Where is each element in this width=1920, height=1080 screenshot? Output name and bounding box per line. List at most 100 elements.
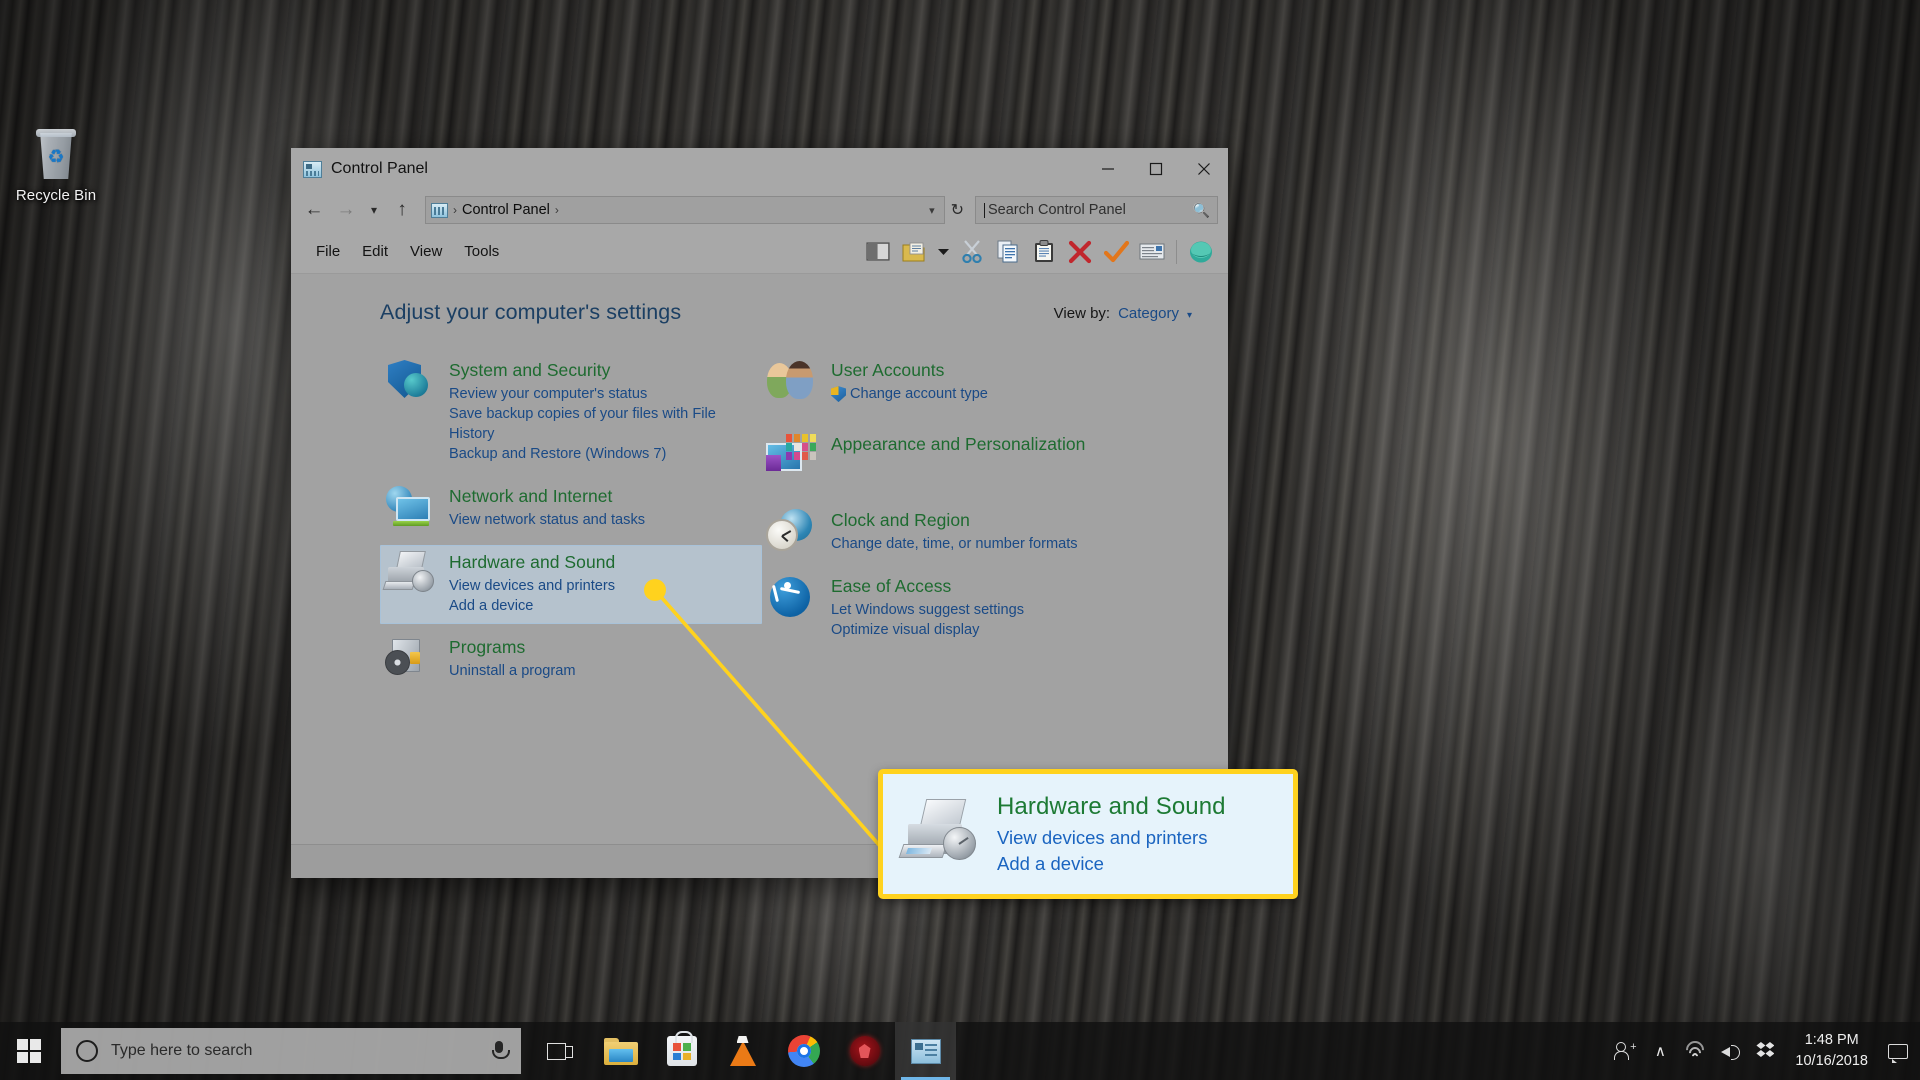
callout-title: Hardware and Sound <box>997 793 1226 821</box>
minimize-icon[interactable] <box>1084 148 1132 190</box>
action-center-icon[interactable] <box>1880 1022 1916 1080</box>
checkmark-icon[interactable] <box>1099 236 1133 268</box>
menu-item-view[interactable]: View <box>399 243 453 260</box>
recent-locations-chevron-down-icon[interactable]: ▾ <box>363 195 385 225</box>
category-title[interactable]: Clock and Region <box>831 510 1078 531</box>
forward-arrow-icon[interactable]: → <box>331 195 361 225</box>
window-title: Control Panel <box>331 160 1084 178</box>
vlc-media-player-icon[interactable] <box>712 1022 773 1080</box>
red-app-icon[interactable] <box>834 1022 895 1080</box>
monitor-color-swatch-icon <box>766 433 818 479</box>
category-title[interactable]: Ease of Access <box>831 576 1024 597</box>
category-link[interactable]: Change account type <box>850 384 988 404</box>
wifi-icon[interactable] <box>1677 1022 1713 1080</box>
help-globe-icon[interactable] <box>1184 236 1218 268</box>
search-input[interactable]: Search Control Panel 🔍 <box>975 196 1218 224</box>
category-title[interactable]: Hardware and Sound <box>449 552 615 573</box>
windows-start-icon[interactable] <box>0 1022 58 1080</box>
up-arrow-icon[interactable]: ↑ <box>387 195 417 225</box>
clock-globe-icon <box>766 509 818 555</box>
delete-x-icon[interactable] <box>1063 236 1097 268</box>
category-link[interactable]: Save backup copies of your files with Fi… <box>449 404 754 444</box>
category-title[interactable]: User Accounts <box>831 360 988 381</box>
chevron-down-icon[interactable]: ▾ <box>1187 310 1192 321</box>
category-title[interactable]: System and Security <box>449 360 754 381</box>
category-link[interactable]: Add a device <box>449 596 615 616</box>
breadcrumb-item-control-panel[interactable]: Control Panel <box>462 202 550 218</box>
volume-icon[interactable] <box>1713 1022 1749 1080</box>
printer-speaker-icon <box>384 551 436 597</box>
category-title[interactable]: Network and Internet <box>449 486 645 507</box>
page-title: Adjust your computer's settings <box>380 300 681 325</box>
cortana-circle-icon <box>76 1040 98 1062</box>
clock-date: 10/16/2018 <box>1795 1051 1868 1072</box>
view-by-value[interactable]: Category <box>1118 305 1179 322</box>
category-title[interactable]: Programs <box>449 637 576 658</box>
microphone-icon[interactable] <box>489 1040 509 1062</box>
shield-globe-icon <box>384 359 436 405</box>
refresh-icon[interactable]: ↻ <box>947 200 968 220</box>
address-chevron-down-icon[interactable]: ▾ <box>924 204 940 217</box>
breadcrumb[interactable]: › Control Panel › ▾ <box>425 196 945 224</box>
taskbar: Type here to search + ∧ 1:4 <box>0 1022 1920 1080</box>
menu-item-tools[interactable]: Tools <box>453 243 510 260</box>
organize-folder-icon[interactable] <box>897 236 931 268</box>
task-view-icon[interactable] <box>529 1022 590 1080</box>
search-placeholder: Search Control Panel <box>988 202 1193 218</box>
preview-pane-icon[interactable] <box>861 236 895 268</box>
category-programs[interactable]: Programs Uninstall a program <box>380 630 762 690</box>
category-link[interactable]: Change date, time, or number formats <box>831 534 1078 554</box>
category-link[interactable]: Review your computer's status <box>449 384 754 404</box>
toolbar-divider <box>1176 240 1177 264</box>
google-chrome-icon[interactable] <box>773 1022 834 1080</box>
category-link[interactable]: Uninstall a program <box>449 661 576 681</box>
control-panel-taskbar-icon[interactable] <box>895 1022 956 1080</box>
category-hardware-and-sound[interactable]: Hardware and Sound View devices and prin… <box>380 545 762 624</box>
close-icon[interactable] <box>1180 148 1228 190</box>
annotation-callout: Hardware and Sound View devices and prin… <box>878 769 1298 899</box>
category-link[interactable]: View devices and printers <box>449 576 615 596</box>
category-clock-and-region[interactable]: Clock and Region Change date, time, or n… <box>762 503 1162 563</box>
category-link[interactable]: View network status and tasks <box>449 510 645 530</box>
category-link[interactable]: Backup and Restore (Windows 7) <box>449 444 754 464</box>
category-user-accounts[interactable]: User Accounts Change account type <box>762 353 1162 413</box>
category-system-and-security[interactable]: System and Security Review your computer… <box>380 353 762 473</box>
microsoft-store-icon[interactable] <box>651 1022 712 1080</box>
dropbox-icon[interactable] <box>1749 1022 1783 1080</box>
callout-link: View devices and printers <box>997 825 1226 851</box>
category-column-right: User Accounts Change account type <box>762 353 1162 696</box>
chevron-down-icon[interactable] <box>933 236 953 268</box>
copy-icon[interactable] <box>991 236 1025 268</box>
breadcrumb-separator-end[interactable]: › <box>555 203 559 217</box>
category-ease-of-access[interactable]: Ease of Access Let Windows suggest setti… <box>762 569 1162 648</box>
taskbar-apps <box>529 1022 956 1080</box>
desktop-icon-recycle-bin[interactable]: ♻ Recycle Bin <box>8 128 104 204</box>
taskbar-clock[interactable]: 1:48 PM 10/16/2018 <box>1783 1022 1880 1080</box>
window-controls <box>1084 148 1228 190</box>
menu-item-file[interactable]: File <box>305 243 351 260</box>
view-by-control[interactable]: View by: Category ▾ <box>1054 300 1192 322</box>
taskbar-search-input[interactable]: Type here to search <box>61 1028 521 1074</box>
category-title[interactable]: Appearance and Personalization <box>831 434 1085 455</box>
maximize-icon[interactable] <box>1132 148 1180 190</box>
file-explorer-icon[interactable] <box>590 1022 651 1080</box>
recycle-bin-icon: ♻ <box>31 128 81 182</box>
back-arrow-icon[interactable]: ← <box>299 195 329 225</box>
cut-scissors-icon[interactable] <box>955 236 989 268</box>
menu-toolbar: File Edit View Tools <box>291 230 1228 274</box>
rename-properties-icon[interactable] <box>1135 236 1169 268</box>
network-globe-monitor-icon <box>384 485 436 531</box>
category-link[interactable]: Optimize visual display <box>831 620 1024 640</box>
taskbar-search-placeholder: Type here to search <box>111 1042 476 1060</box>
category-network-and-internet[interactable]: Network and Internet View network status… <box>380 479 762 539</box>
breadcrumb-separator: › <box>453 203 457 217</box>
people-icon[interactable]: + <box>1607 1022 1643 1080</box>
window-titlebar[interactable]: Control Panel <box>291 148 1228 190</box>
show-hidden-icons-chevron[interactable]: ∧ <box>1643 1022 1677 1080</box>
category-link-row[interactable]: Change account type <box>831 384 988 404</box>
view-by-label: View by: <box>1054 305 1110 322</box>
category-link[interactable]: Let Windows suggest settings <box>831 600 1024 620</box>
category-appearance-and-personalization[interactable]: Appearance and Personalization <box>762 427 1162 487</box>
paste-clipboard-icon[interactable] <box>1027 236 1061 268</box>
menu-item-edit[interactable]: Edit <box>351 243 399 260</box>
